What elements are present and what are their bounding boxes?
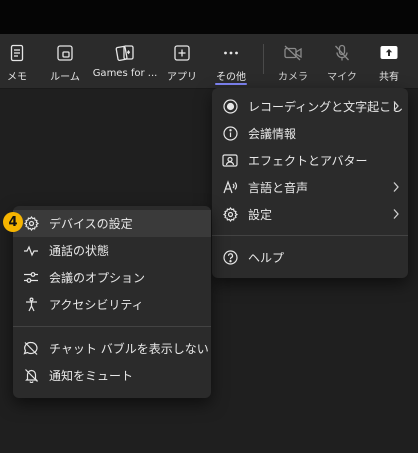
more-icon [221, 43, 241, 63]
menu-item-effects[interactable]: エフェクトとアバター [212, 147, 408, 174]
settings-submenu: デバイスの設定 通話の状態 会議のオプション アクセシビリティ チャット バブル… [13, 206, 211, 398]
menu-item-label: デバイスの設定 [49, 217, 133, 231]
toolbar-apps-label: アプリ [167, 72, 197, 83]
chevron-right-icon [392, 100, 400, 115]
menu-item-label: 通話の状態 [49, 244, 110, 258]
toolbar-camera-label: カメラ [278, 72, 308, 83]
menu-item-label: ヘルプ [248, 251, 285, 265]
menu-item-label: アクセシビリティ [49, 298, 144, 312]
menu-item-help[interactable]: ヘルプ [212, 244, 408, 271]
toolbar-share-button[interactable]: 共有 [359, 34, 418, 88]
active-tab-indicator [215, 83, 247, 85]
menu-divider [13, 326, 211, 327]
chevron-right-icon [392, 181, 400, 196]
gear-icon [23, 216, 39, 232]
notifications-off-icon [23, 368, 39, 384]
menu-item-label: エフェクトとアバター [248, 154, 368, 168]
mic-off-icon [332, 43, 352, 63]
toolbar-games-label: Games for ... [92, 68, 158, 79]
menu-item-accessibility[interactable]: アクセシビリティ [13, 291, 211, 318]
language-icon [222, 180, 238, 196]
menu-item-label: 会議情報 [248, 127, 297, 141]
help-icon [222, 250, 238, 266]
menu-item-hide-chat-bubbles[interactable]: チャット バブルを表示しない [13, 335, 211, 362]
record-icon [222, 99, 238, 115]
menu-item-label: 通知をミュート [49, 369, 134, 383]
more-menu: レコーディングと文字起こし 会議情報 エフェクトとアバター 言語と音声 設定 ヘ… [212, 88, 408, 278]
games-icon [115, 43, 135, 63]
menu-item-settings[interactable]: 設定 [212, 201, 408, 228]
menu-item-label: チャット バブルを表示しない [49, 342, 209, 356]
toolbar-rooms-label: ルーム [50, 72, 80, 83]
menu-item-label: レコーディングと文字起こし [248, 100, 404, 114]
camera-off-icon [283, 43, 303, 63]
meeting-toolbar: メモ ルーム Games for ... アプリ その他 カメラ マイク 共有 [0, 34, 418, 89]
toolbar-share-label: 共有 [379, 72, 399, 83]
menu-item-recording[interactable]: レコーディングと文字起こし [212, 93, 408, 120]
call-health-icon [23, 243, 39, 259]
toolbar-more-label: その他 [216, 72, 246, 83]
toolbar-notes-label: メモ [7, 72, 27, 83]
apps-add-icon [172, 43, 192, 63]
gear-icon [222, 207, 238, 223]
menu-item-meeting-options[interactable]: 会議のオプション [13, 264, 211, 291]
menu-item-label: 会議のオプション [49, 271, 146, 285]
notes-icon [7, 43, 27, 63]
options-icon [23, 270, 39, 286]
menu-item-meeting-info[interactable]: 会議情報 [212, 120, 408, 147]
rooms-icon [55, 43, 75, 63]
accessibility-icon [23, 297, 39, 313]
chevron-right-icon [392, 208, 400, 223]
toolbar-mic-label: マイク [327, 72, 357, 83]
effects-icon [222, 153, 238, 169]
menu-divider [212, 235, 408, 236]
menu-item-mute-notifications[interactable]: 通知をミュート [13, 362, 211, 389]
menu-item-language[interactable]: 言語と音声 [212, 174, 408, 201]
toolbar-more-button[interactable]: その他 [201, 34, 261, 88]
info-icon [222, 126, 238, 142]
menu-item-call-health[interactable]: 通話の状態 [13, 237, 211, 264]
toolbar-games-button[interactable]: Games for ... [90, 34, 160, 88]
menu-item-label: 設定 [248, 208, 273, 222]
title-bar [0, 0, 418, 34]
chat-off-icon [23, 341, 39, 357]
menu-item-device-settings[interactable]: デバイスの設定 [13, 210, 211, 237]
toolbar-rooms-button[interactable]: ルーム [35, 34, 95, 88]
menu-item-label: 言語と音声 [248, 181, 309, 195]
step-number-badge: 4 [3, 212, 23, 232]
share-icon [379, 43, 399, 63]
